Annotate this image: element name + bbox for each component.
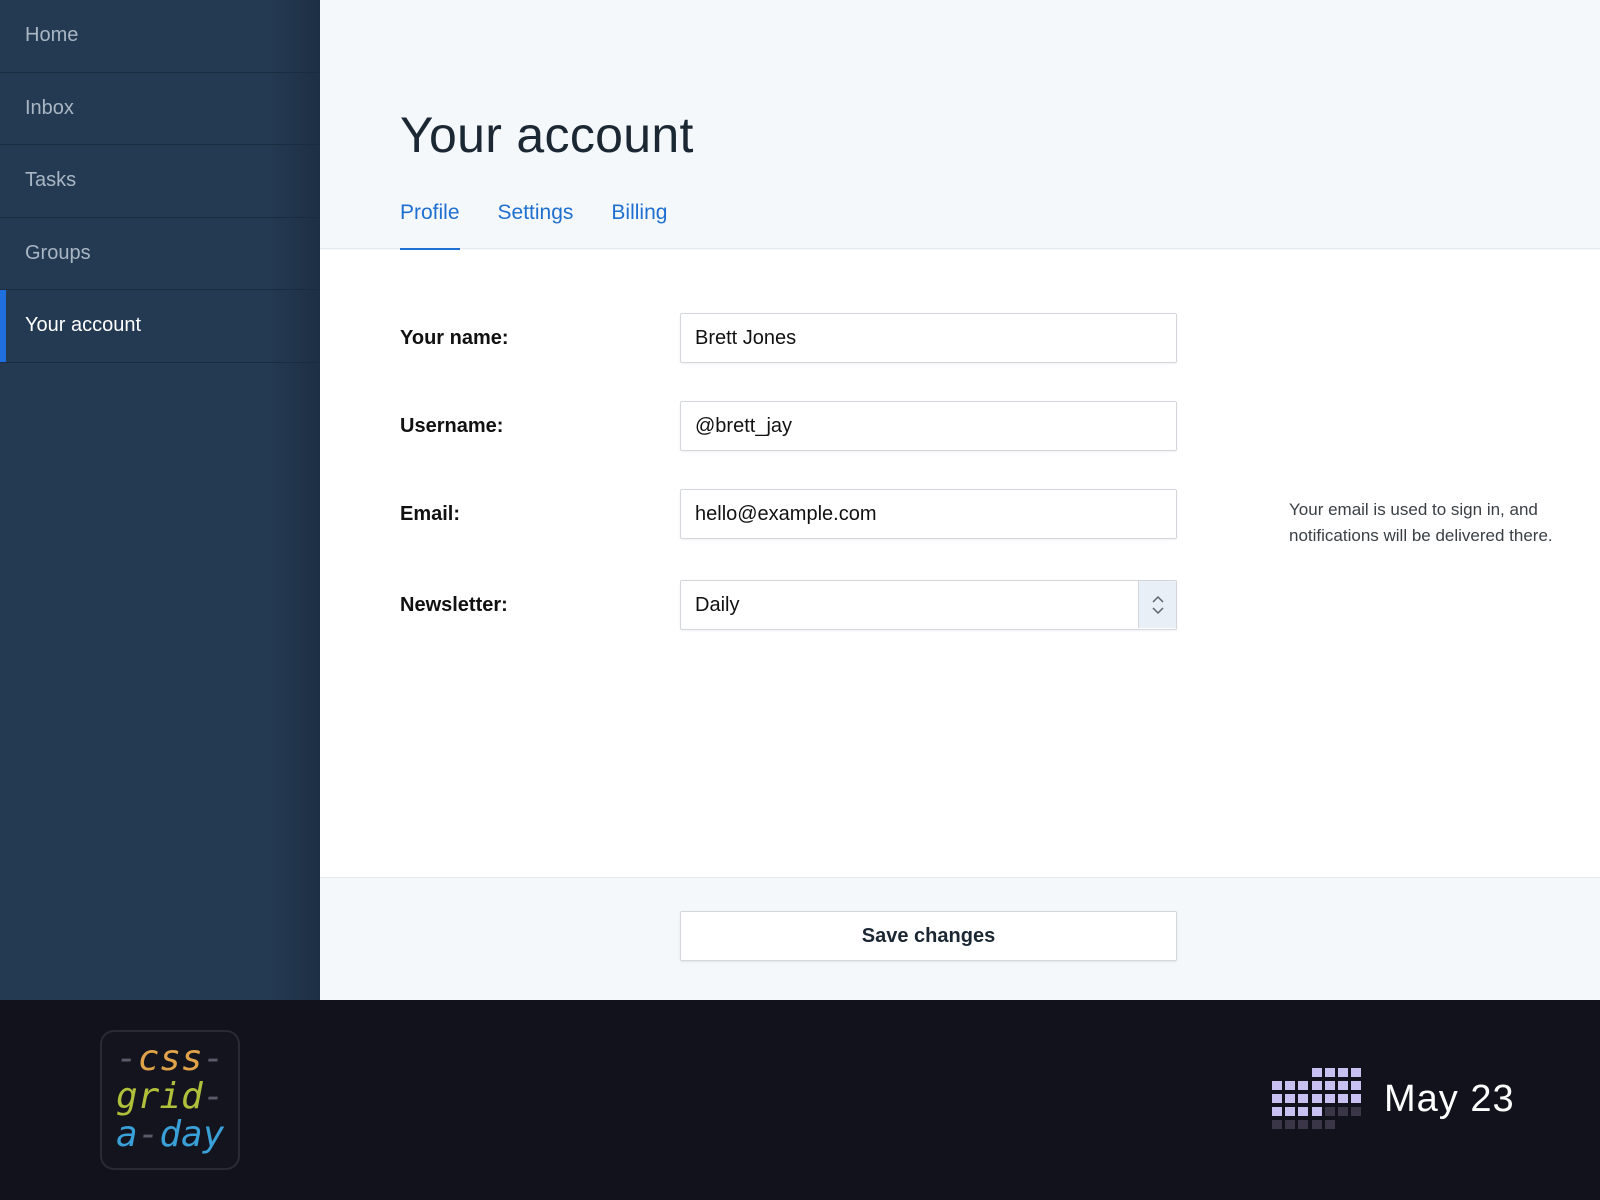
brand-strip: -css- grid- a-day May 23 <box>0 1000 1600 1200</box>
logo-word-grid: grid <box>116 1076 203 1117</box>
app-window: Home Inbox Tasks Groups Your account You… <box>0 0 1600 1000</box>
newsletter-row: Newsletter: Daily <box>400 580 1550 630</box>
chevron-down-icon[interactable] <box>1151 606 1165 615</box>
date-label: May 23 <box>1384 1078 1515 1120</box>
email-field[interactable] <box>680 489 1177 539</box>
name-label: Your name: <box>400 327 509 349</box>
logo-dash: - <box>202 1038 225 1079</box>
logo-word-day: day <box>159 1114 225 1155</box>
grid-calendar-icon <box>1272 1068 1361 1129</box>
newsletter-select[interactable]: Daily <box>680 580 1177 630</box>
sidebar-item-inbox[interactable]: Inbox <box>0 73 320 145</box>
email-hint: Your email is used to sign in, and notif… <box>1289 500 1553 545</box>
form-footer: Save changes <box>320 879 1600 1000</box>
tab-profile[interactable]: Profile <box>400 196 460 250</box>
logo-dash: - <box>137 1114 160 1155</box>
email-row: Email: Your email is used to sign in, an… <box>400 489 1553 545</box>
logo-line-2: grid- <box>116 1078 238 1116</box>
sidebar-item-your-account[interactable]: Your account <box>0 290 320 363</box>
logo-line-3: a-day <box>116 1116 238 1154</box>
tab-billing[interactable]: Billing <box>611 196 667 249</box>
name-field[interactable] <box>680 313 1177 363</box>
email-label: Email: <box>400 503 461 525</box>
css-grid-a-day-logo: -css- grid- a-day <box>100 1030 240 1170</box>
name-row: Your name: <box>400 313 1550 363</box>
page-title: Your account <box>400 107 694 163</box>
page-header: Your account Profile Settings Billing <box>320 0 1600 250</box>
sidebar-item-tasks[interactable]: Tasks <box>0 145 320 218</box>
tab-settings[interactable]: Settings <box>498 196 574 249</box>
username-label: Username: <box>400 415 504 437</box>
sidebar: Home Inbox Tasks Groups Your account <box>0 0 320 1000</box>
username-row: Username: <box>400 401 1550 451</box>
logo-dash: - <box>202 1076 225 1117</box>
profile-form: Your name: Username: Email: Your email i… <box>320 250 1600 878</box>
logo-line-1: -css- <box>116 1040 238 1078</box>
newsletter-stepper[interactable] <box>1138 581 1176 628</box>
save-button[interactable]: Save changes <box>680 911 1177 961</box>
main-panel: Your account Profile Settings Billing Yo… <box>320 0 1600 1000</box>
username-field[interactable] <box>680 401 1177 451</box>
sidebar-item-groups[interactable]: Groups <box>0 218 320 290</box>
sidebar-item-home[interactable]: Home <box>0 0 320 73</box>
newsletter-label: Newsletter: <box>400 594 508 616</box>
logo-word-a: a <box>116 1114 138 1155</box>
logo-dash: - <box>116 1038 138 1079</box>
chevron-up-icon[interactable] <box>1151 595 1165 604</box>
newsletter-value: Daily <box>695 593 740 616</box>
logo-word-css: css <box>137 1038 203 1079</box>
tab-bar: Profile Settings Billing <box>400 196 667 250</box>
